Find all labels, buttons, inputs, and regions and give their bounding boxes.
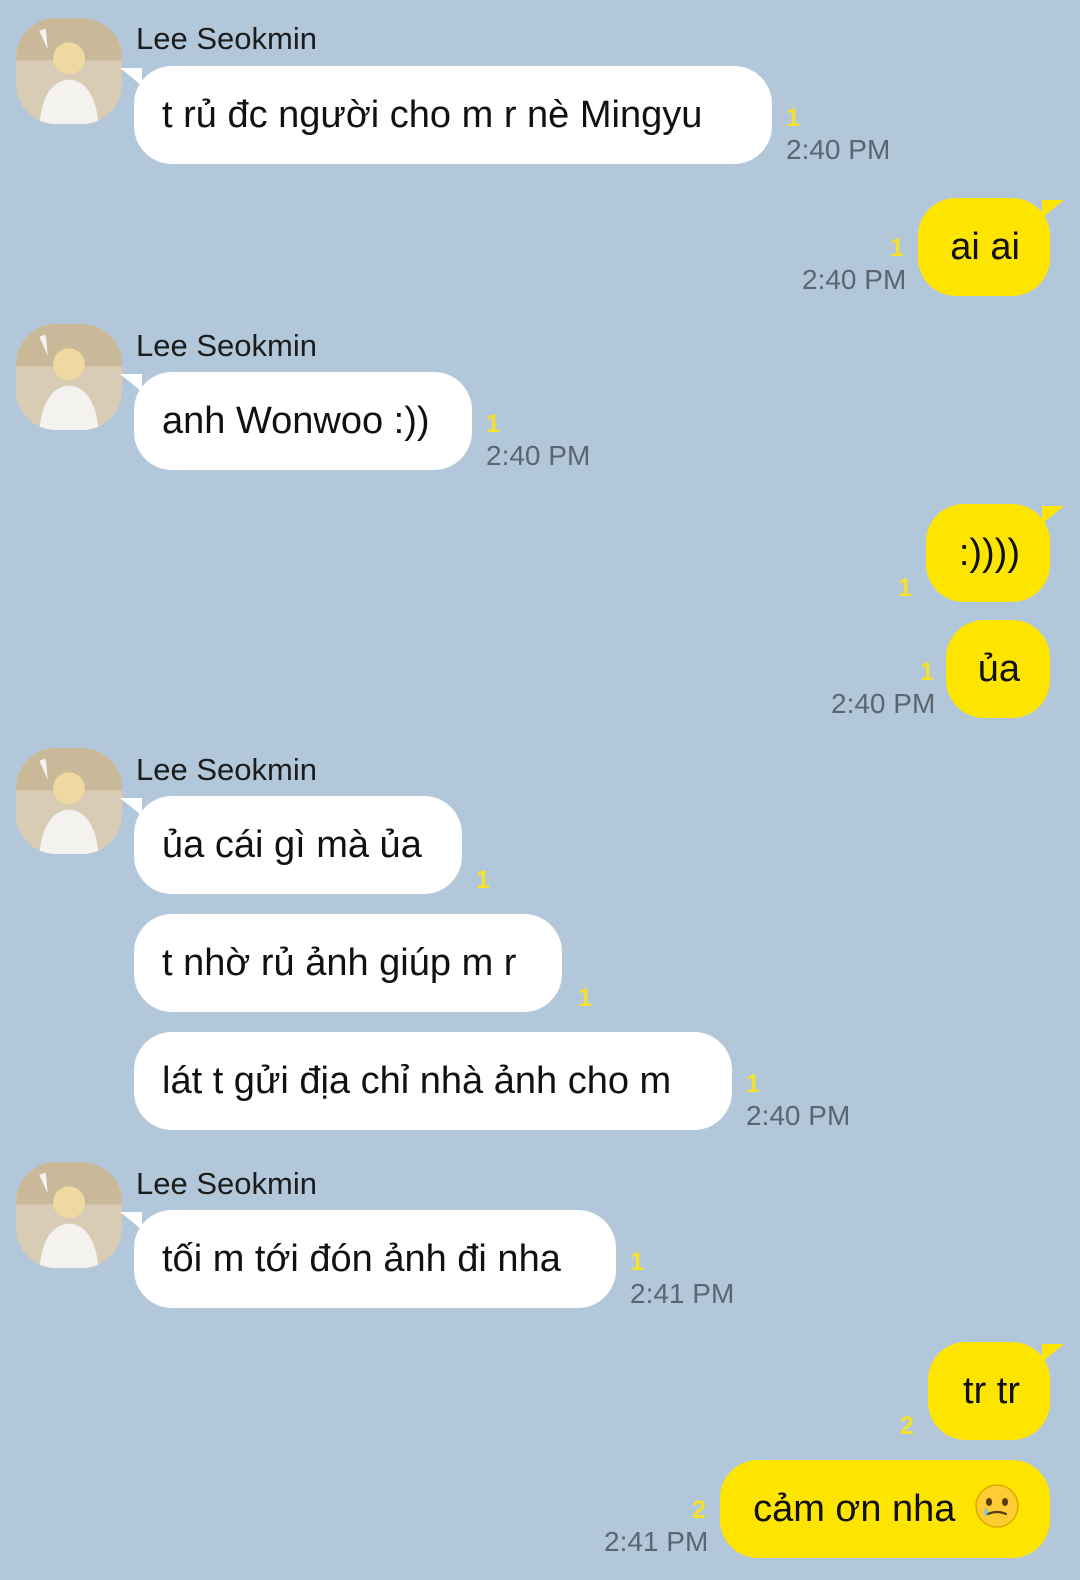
unread-count: 2 <box>692 1496 706 1524</box>
unread-count: 1 <box>898 574 912 602</box>
message-time: 2:40 PM <box>802 264 907 295</box>
message-bubble[interactable]: ủa cái gì mà ủa <box>120 796 462 894</box>
message-text: anh Wonwoo :)) <box>162 400 430 442</box>
message-text: ai ai <box>950 226 1020 268</box>
unread-count: 1 <box>920 658 934 686</box>
unread-count: 1 <box>476 866 490 894</box>
message-time: 2:40 PM <box>486 440 591 471</box>
unread-count: 1 <box>746 1070 760 1098</box>
bubble-tail <box>120 1212 142 1230</box>
sender-avatar[interactable] <box>16 1162 122 1268</box>
sender-avatar[interactable] <box>16 748 122 854</box>
unread-count: 1 <box>630 1248 644 1276</box>
chat-conversation[interactable]: Lee Seokmin t rủ đc người cho m r nè Min… <box>0 0 1080 1580</box>
face-holding-back-tears-emoji <box>975 1484 1019 1528</box>
message-text: ủa cái gì mà ủa <box>162 824 422 866</box>
unread-count: 1 <box>890 234 904 262</box>
sender-name: Lee Seokmin <box>136 328 317 363</box>
message-bubble[interactable]: ủa <box>946 620 1050 718</box>
message-bubble[interactable]: t nhờ rủ ảnh giúp m r <box>134 914 562 1012</box>
message-bubble[interactable]: tr tr <box>928 1342 1064 1440</box>
message-bubble[interactable]: tối m tới đón ảnh đi nha <box>120 1210 616 1308</box>
message-text: lát t gửi địa chỉ nhà ảnh cho m <box>162 1060 672 1102</box>
message-time: 2:41 PM <box>630 1278 735 1309</box>
profile-photo-icon <box>16 324 122 430</box>
sender-name: Lee Seokmin <box>136 21 317 56</box>
message-text: t rủ đc người cho m r nè Mingyu <box>162 94 703 136</box>
message-text: tối m tới đón ảnh đi nha <box>162 1238 561 1280</box>
message-bubble[interactable]: :)))) <box>926 504 1064 602</box>
sender-name: Lee Seokmin <box>136 1166 317 1201</box>
unread-count: 2 <box>900 1412 914 1440</box>
bubble-tail <box>120 798 142 816</box>
message-bubble[interactable]: lát t gửi địa chỉ nhà ảnh cho m <box>134 1032 732 1130</box>
message-time: 2:40 PM <box>746 1100 851 1131</box>
unread-count: 1 <box>486 410 500 438</box>
bubble-tail <box>120 68 142 86</box>
message-text: ủa <box>977 648 1020 690</box>
bubble-tail <box>1042 200 1064 218</box>
message-text: tr tr <box>963 1370 1020 1412</box>
message-bubble[interactable]: ai ai <box>918 198 1064 296</box>
bubble-tail <box>120 374 142 392</box>
message-bubble[interactable]: t rủ đc người cho m r nè Mingyu <box>120 66 772 164</box>
message-time: 2:40 PM <box>786 134 891 165</box>
bubble-tail <box>1042 1344 1064 1362</box>
unread-count: 1 <box>786 104 800 132</box>
sender-name: Lee Seokmin <box>136 752 317 787</box>
message-time: 2:41 PM <box>604 1526 709 1557</box>
message-text: cảm ơn nha <box>753 1488 956 1530</box>
sender-avatar[interactable] <box>16 324 122 430</box>
message-time: 2:40 PM <box>831 688 936 719</box>
profile-photo-icon <box>16 748 122 854</box>
profile-photo-icon <box>16 18 122 124</box>
message-bubble[interactable]: anh Wonwoo :)) <box>120 372 472 470</box>
message-bubble[interactable]: cảm ơn nha <box>720 1460 1050 1558</box>
message-text: :)))) <box>958 532 1020 574</box>
profile-photo-icon <box>16 1162 122 1268</box>
unread-count: 1 <box>578 984 592 1012</box>
sender-avatar[interactable] <box>16 18 122 124</box>
message-text: t nhờ rủ ảnh giúp m r <box>162 942 517 984</box>
bubble-tail <box>1042 506 1064 524</box>
